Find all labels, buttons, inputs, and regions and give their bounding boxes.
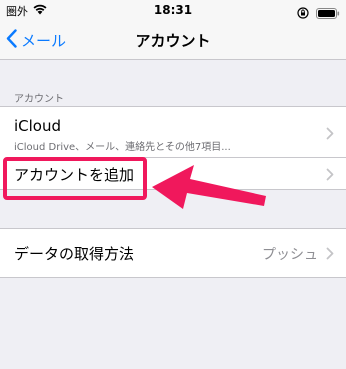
accounts-section-header: アカウント [14,94,64,105]
add-account-row[interactable]: アカウントを追加 [0,158,346,189]
fetch-new-data-value: プッシュ [262,247,318,263]
status-right [297,4,340,23]
accounts-group: iCloud iCloud Drive、メール、連絡先とその他7項目... アカ… [0,106,346,190]
status-bar: 圏外 18:31 [0,0,346,22]
icloud-account-row[interactable]: iCloud iCloud Drive、メール、連絡先とその他7項目... [0,107,346,157]
page-title: アカウント [135,32,211,50]
settings-screen: 圏外 18:31 メール アカウント アカウント iCloud iCloud D… [0,0,346,369]
chevron-right-icon [326,125,334,144]
add-account-label: アカウントを追加 [14,166,135,184]
chevron-right-icon [326,245,334,264]
navigation-bar: メール アカウント [0,22,346,60]
chevron-right-icon [326,166,334,185]
rotation-lock-icon [297,4,309,23]
battery-icon [316,4,340,23]
icloud-account-subtitle: iCloud Drive、メール、連絡先とその他7項目... [14,142,231,153]
icloud-account-title: iCloud [14,117,62,135]
fetch-new-data-row[interactable]: データの取得方法 プッシュ [0,229,346,277]
fetch-group: データの取得方法 プッシュ [0,228,346,278]
status-time: 18:31 [153,3,193,17]
fetch-new-data-label: データの取得方法 [14,245,135,263]
